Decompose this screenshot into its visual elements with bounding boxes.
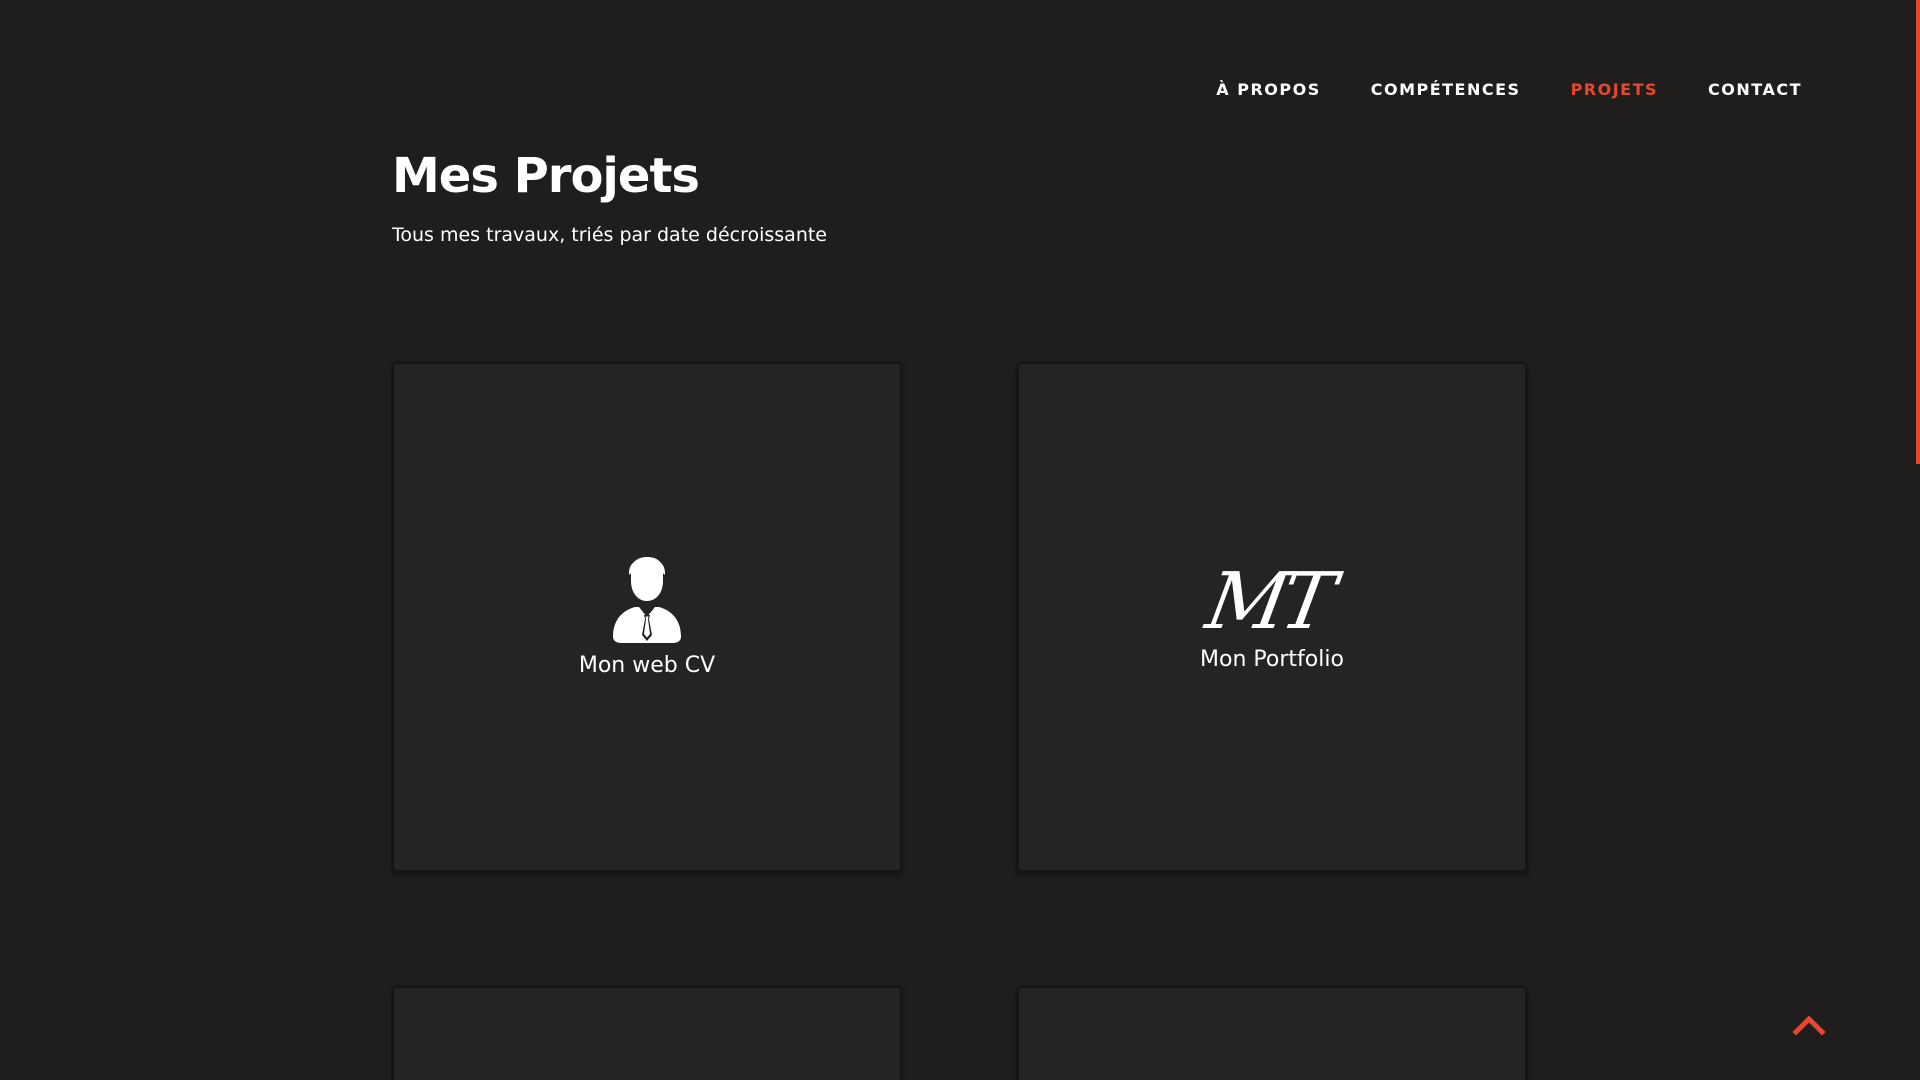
project-card-portfolio[interactable]: MT Mon Portfolio <box>1017 362 1527 872</box>
scrollbar-thumb[interactable] <box>1916 0 1920 464</box>
project-card[interactable] <box>392 986 902 1080</box>
page-subtitle: Tous mes travaux, triés par date décrois… <box>392 224 827 246</box>
project-label: Mon web CV <box>578 652 716 678</box>
nav-item-a-propos[interactable]: À PROPOS <box>1216 80 1320 99</box>
project-label: Mon Portfolio <box>1200 646 1344 672</box>
project-card[interactable] <box>1017 986 1527 1080</box>
main-nav: À PROPOS COMPÉTENCES PROJETS CONTACT <box>1216 80 1802 99</box>
mt-logo: MT <box>1200 556 1336 647</box>
project-card-web-cv[interactable]: Mon web CV <box>392 362 902 872</box>
scroll-to-top-button[interactable] <box>1792 1012 1826 1036</box>
nav-item-competences[interactable]: COMPÉTENCES <box>1371 80 1521 99</box>
page-title: Mes Projets <box>392 148 700 204</box>
nav-item-projets[interactable]: PROJETS <box>1571 80 1658 99</box>
chevron-up-icon <box>1792 1015 1826 1036</box>
scrollbar-track[interactable] <box>1916 0 1920 1080</box>
businessman-icon <box>613 556 681 643</box>
page: À PROPOS COMPÉTENCES PROJETS CONTACT Mes… <box>0 0 1920 1080</box>
nav-item-contact[interactable]: CONTACT <box>1708 80 1802 99</box>
